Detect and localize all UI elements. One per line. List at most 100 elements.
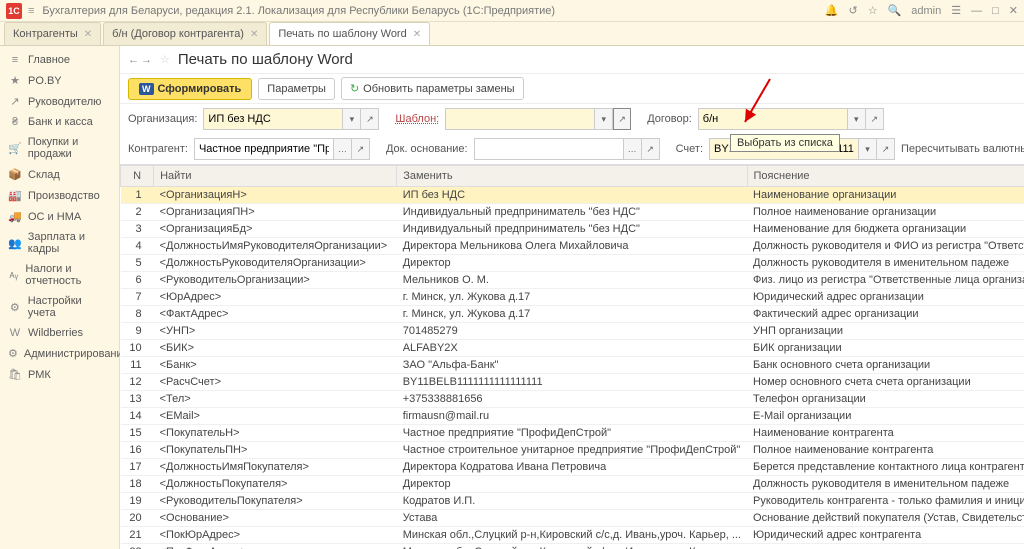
column-header[interactable]: Заменить [397, 166, 747, 187]
select-icon[interactable]: … [624, 138, 642, 160]
tab-print-word[interactable]: Печать по шаблону Word✕ [269, 22, 430, 45]
open-icon[interactable]: ↗ [613, 108, 631, 130]
dropdown-icon[interactable]: ▾ [848, 108, 866, 130]
column-header[interactable]: N [121, 166, 154, 187]
table-row[interactable]: 9<УНП>701485279УНП организации [121, 323, 1024, 340]
dropdown-icon[interactable]: ▾ [343, 108, 361, 130]
nav-back-icon[interactable]: ← [128, 54, 139, 66]
table-cell: <РуководительПокупателя> [154, 493, 397, 510]
table-row[interactable]: 17<ДолжностьИмяПокупателя>Директора Кодр… [121, 459, 1024, 476]
sidebar-icon: ⚙ [8, 301, 22, 314]
sidebar-item[interactable]: 🏭Производство [0, 185, 119, 206]
table-cell: <УНП> [154, 323, 397, 340]
maximize-icon[interactable]: □ [992, 5, 999, 17]
table-row[interactable]: 8<ФактАдрес>г. Минск, ул. Жукова д.17Фак… [121, 306, 1024, 323]
column-header[interactable]: Найти [154, 166, 397, 187]
table-row[interactable]: 13<Тел>+375338881656Телефон организации [121, 391, 1024, 408]
table-row[interactable]: 20<Основание>УставаОснование действий по… [121, 510, 1024, 527]
history-icon[interactable]: ↺ [848, 4, 857, 17]
sidebar-icon: W [8, 327, 22, 339]
table-cell: Мельников О. М. [397, 272, 747, 289]
dok-field[interactable] [474, 138, 624, 160]
table-row[interactable]: 3<ОрганизацияБд>Индивидуальный предприни… [121, 221, 1024, 238]
sidebar-item[interactable]: 📦Склад [0, 164, 119, 185]
replacements-table: NНайтиЗаменитьПояснение 1<ОрганизацияН>И… [120, 165, 1024, 549]
table-row[interactable]: 7<ЮрАдрес>г. Минск, ул. Жукова д.17Юриди… [121, 289, 1024, 306]
table-cell: 5 [121, 255, 154, 272]
sidebar-item[interactable]: WWildberries [0, 323, 119, 343]
dropdown-icon[interactable]: ▾ [595, 108, 613, 130]
table-cell: 20 [121, 510, 154, 527]
table-cell: Должность руководителя и ФИО из регистра… [747, 238, 1024, 255]
sidebar-item[interactable]: ↗Руководителю [0, 91, 119, 112]
open-icon[interactable]: ↗ [866, 108, 884, 130]
sidebar-item[interactable]: ★PO.BY [0, 70, 119, 91]
sidebar-item[interactable]: 🚚ОС и НМА [0, 206, 119, 227]
table-row[interactable]: 4<ДолжностьИмяРуководителяОрганизации>Ди… [121, 238, 1024, 255]
sidebar-label: Покупки и продажи [28, 136, 111, 160]
table-cell: Полное наименование контрагента [747, 442, 1024, 459]
table-cell: 19 [121, 493, 154, 510]
settings-icon[interactable]: ☰ [951, 4, 961, 17]
recalc-label: Пересчитывать валютные суммы: [901, 143, 1024, 155]
nav-fwd-icon[interactable]: → [141, 54, 152, 66]
kontr-field[interactable] [194, 138, 334, 160]
sidebar-label: Производство [28, 190, 100, 202]
open-icon[interactable]: ↗ [361, 108, 379, 130]
bell-icon[interactable]: 🔔 [825, 4, 839, 17]
favorite-icon[interactable]: ☆ [160, 53, 170, 66]
tab-dogovor[interactable]: б/н (Договор контрагента)✕ [103, 22, 267, 45]
open-icon[interactable]: ↗ [352, 138, 370, 160]
column-header[interactable]: Пояснение [747, 166, 1024, 187]
search-icon[interactable]: 🔍 [888, 4, 902, 17]
table-cell: <Основание> [154, 510, 397, 527]
table-row[interactable]: 11<Банк>ЗАО "Альфа-Банк"Банк основного с… [121, 357, 1024, 374]
table-row[interactable]: 2<ОрганизацияПН>Индивидуальный предприни… [121, 204, 1024, 221]
sidebar-label: Зарплата и кадры [28, 231, 111, 255]
table-row[interactable]: 5<ДолжностьРуководителяОрганизации>Дирек… [121, 255, 1024, 272]
tab-close-icon[interactable]: ✕ [250, 29, 258, 40]
table-row[interactable]: 6<РуководительОрганизации>Мельников О. М… [121, 272, 1024, 289]
params-button[interactable]: Параметры [258, 78, 335, 100]
sidebar-item[interactable]: ≡Главное [0, 50, 119, 70]
tab-close-icon[interactable]: ✕ [84, 29, 92, 40]
sidebar-item[interactable]: ⚙Настройки учета [0, 291, 119, 323]
table-row[interactable]: 14<EMail>firmausn@mail.ruE-Mail организа… [121, 408, 1024, 425]
sidebar-item[interactable]: ᴀᵧНалоги и отчетность [0, 259, 119, 291]
select-icon[interactable]: … [334, 138, 352, 160]
table-row[interactable]: 12<РасчСчет>BY11BELB1111111111111111Номе… [121, 374, 1024, 391]
open-icon[interactable]: ↗ [642, 138, 660, 160]
dropdown-icon[interactable]: ▾ [859, 138, 877, 160]
table-cell: Руководитель контрагента - только фамили… [747, 493, 1024, 510]
table-row[interactable]: 10<БИК>ALFABY2XБИК организации [121, 340, 1024, 357]
table-row[interactable]: 16<ПокупательПН>Частное строительное уни… [121, 442, 1024, 459]
close-icon[interactable]: ✕ [1009, 4, 1018, 17]
burger-icon[interactable]: ≡ [28, 5, 34, 17]
org-field[interactable] [203, 108, 343, 130]
sidebar-item[interactable]: 🛒Покупки и продажи [0, 132, 119, 164]
sidebar-icon: ≡ [8, 54, 22, 66]
dogovor-field[interactable] [698, 108, 848, 130]
table-row[interactable]: 15<ПокупательН>Частное предприятие "Проф… [121, 425, 1024, 442]
template-field[interactable] [445, 108, 595, 130]
table-wrap[interactable]: NНайтиЗаменитьПояснение 1<ОрганизацияН>И… [120, 164, 1024, 549]
sidebar-item[interactable]: ⚙Администрирование [0, 343, 119, 364]
table-row[interactable]: 21<ПокЮрАдрес>Минская обл.,Слуцкий р-н,К… [121, 527, 1024, 544]
table-cell: Директор [397, 255, 747, 272]
form-button[interactable]: WСформировать [128, 78, 252, 100]
sidebar-item[interactable]: ₴Банк и касса [0, 112, 119, 132]
table-row[interactable]: 22<ПокФактАдрес>Минская обл. Слуцкий р-н… [121, 544, 1024, 549]
sidebar-item[interactable]: 👥Зарплата и кадры [0, 227, 119, 259]
tab-kontragenty[interactable]: Контрагенты✕ [4, 22, 101, 45]
table-row[interactable]: 1<ОрганизацияН>ИП без НДСНаименование ор… [121, 187, 1024, 204]
table-cell: ALFABY2X [397, 340, 747, 357]
user-label[interactable]: admin [911, 5, 941, 17]
table-row[interactable]: 18<ДолжностьПокупателя>ДиректорДолжность… [121, 476, 1024, 493]
star-icon[interactable]: ☆ [868, 4, 878, 17]
minimize-icon[interactable]: — [971, 5, 982, 17]
open-icon[interactable]: ↗ [877, 138, 895, 160]
table-row[interactable]: 19<РуководительПокупателя>Кодратов И.П.Р… [121, 493, 1024, 510]
refresh-button[interactable]: ↻Обновить параметры замены [341, 77, 524, 100]
sidebar-item[interactable]: 🛍РМК [0, 364, 119, 385]
tab-close-icon[interactable]: ✕ [413, 29, 421, 40]
